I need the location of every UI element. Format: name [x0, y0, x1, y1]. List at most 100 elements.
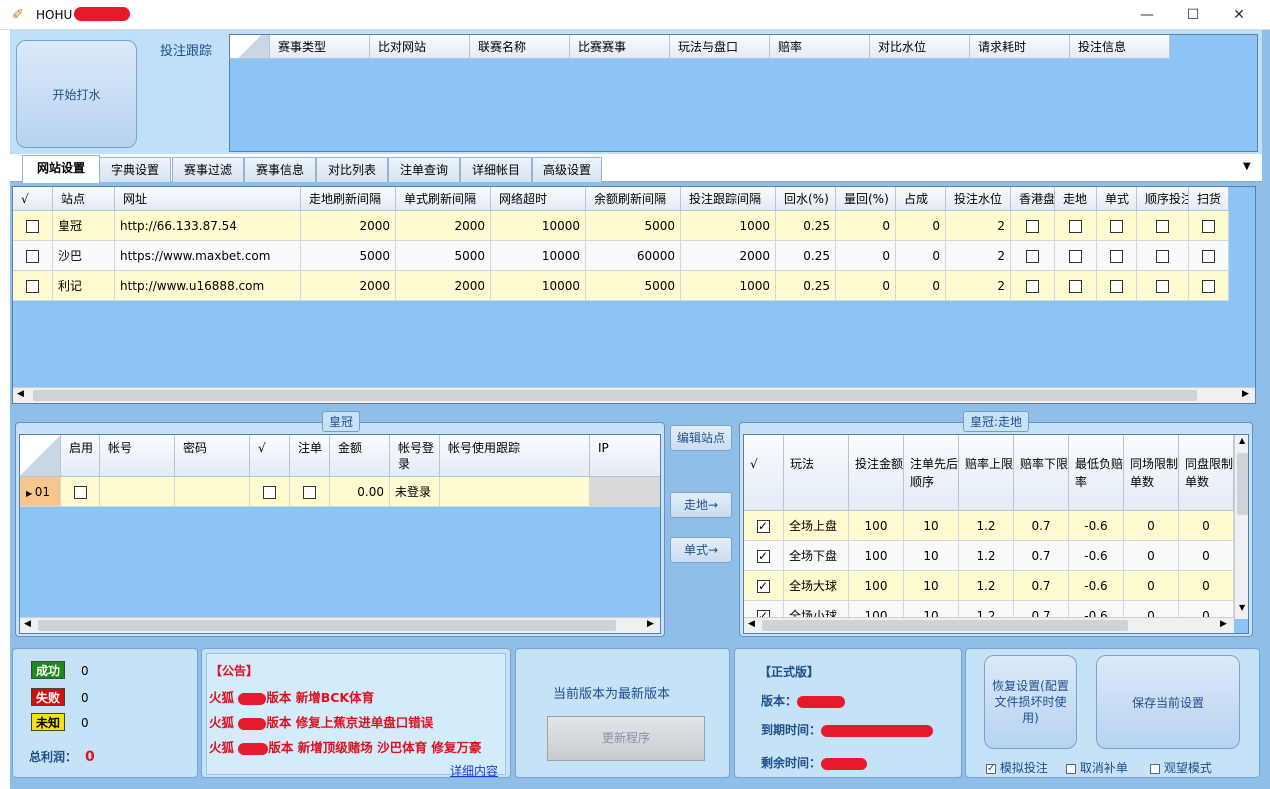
play-cell-order[interactable]: 10 — [904, 571, 959, 601]
tracking-column-header[interactable]: 赔率 — [770, 35, 870, 59]
row-select-checkbox[interactable] — [26, 250, 39, 263]
site-column-header[interactable]: 投注跟踪间隔 — [681, 187, 776, 211]
row-select-cell[interactable] — [13, 271, 53, 301]
site-cell-water[interactable]: 2 — [946, 211, 1011, 241]
tab-2[interactable]: 赛事过滤 — [172, 157, 244, 182]
play-cell-disk[interactable]: 0 — [1179, 541, 1234, 571]
scroll-left-icon[interactable]: ◀ — [24, 619, 31, 629]
play-cell-amount[interactable]: 100 — [849, 511, 904, 541]
site-column-header[interactable]: 余额刷新间隔 — [586, 187, 681, 211]
play-column-header[interactable]: 玩法 — [784, 435, 849, 511]
tab-7[interactable]: 高级设置 — [532, 157, 602, 182]
site-cell-water[interactable]: 2 — [946, 271, 1011, 301]
site-cell-vol[interactable]: 0 — [836, 241, 896, 271]
site-column-header[interactable]: 站点 — [53, 187, 115, 211]
play-check-cell[interactable] — [744, 541, 784, 571]
site-cell-share[interactable]: 0 — [896, 271, 946, 301]
enable-cell[interactable] — [61, 477, 100, 507]
site-column-header[interactable]: 投注水位 — [946, 187, 1011, 211]
enable-checkbox[interactable] — [73, 486, 87, 499]
site-option-checkbox[interactable] — [1069, 280, 1082, 293]
live-arrow-button[interactable]: 走地→ — [670, 492, 732, 518]
tracking-grid[interactable]: 赛事类型 比对网站 联赛名称 比赛赛事 玩法与盘口 赔率 对比水位 请求耗时 投注信息 — [229, 34, 1258, 152]
site-option-cell[interactable] — [1189, 271, 1229, 301]
play-cell-upper[interactable]: 1.2 — [959, 511, 1014, 541]
site-column-header[interactable]: 回水(%) — [776, 187, 836, 211]
play-cell-same[interactable]: 0 — [1124, 541, 1179, 571]
maximize-button[interactable]: ☐ — [1170, 0, 1216, 30]
play-cell-disk[interactable]: 0 — [1179, 571, 1234, 601]
play-cell-disk[interactable]: 0 — [1179, 511, 1234, 541]
play-cell-min[interactable]: -0.6 — [1069, 571, 1124, 601]
play-column-header[interactable]: 注单先后顺序 — [904, 435, 959, 511]
play-cell-same[interactable]: 0 — [1124, 571, 1179, 601]
play-cell-lower[interactable]: 0.7 — [1014, 511, 1069, 541]
site-option-cell[interactable] — [1137, 271, 1189, 301]
site-column-header[interactable]: 走地 — [1055, 187, 1097, 211]
account-column-header[interactable]: 密码 — [175, 435, 250, 477]
edit-site-button[interactable]: 编辑站点 — [670, 425, 732, 451]
account-column-header[interactable]: 帐号 — [100, 435, 175, 477]
site-cell-track[interactable]: 2000 — [681, 241, 776, 271]
play-cell-name[interactable]: 全场上盘 — [784, 511, 849, 541]
site-column-header[interactable]: 扫货 — [1189, 187, 1229, 211]
site-grid[interactable]: √ 站点 网址 走地刷新间隔 单式刷新间隔 网络超时 余额刷新间隔 投注跟踪间隔 回水(%) 量回… — [12, 186, 1256, 404]
site-option-checkbox[interactable] — [1110, 250, 1123, 263]
play-cell-lower[interactable]: 0.7 — [1014, 571, 1069, 601]
site-option-cell[interactable] — [1137, 211, 1189, 241]
ip-cell[interactable] — [590, 477, 660, 507]
site-option-checkbox[interactable] — [1069, 220, 1082, 233]
account-column-header[interactable]: 帐号登录 — [390, 435, 440, 477]
site-option-cell[interactable] — [1011, 241, 1055, 271]
site-column-header[interactable]: 香港盘 — [1011, 187, 1055, 211]
play-cell-name[interactable]: 全场下盘 — [784, 541, 849, 571]
tracking-column-header[interactable]: 比赛赛事 — [570, 35, 670, 59]
tab-3[interactable]: 赛事信息 — [244, 157, 316, 182]
site-cell-rebate[interactable]: 0.25 — [776, 271, 836, 301]
simulate-checkbox[interactable] — [986, 761, 996, 777]
site-cell-url[interactable]: http://66.133.87.54 — [115, 211, 301, 241]
site-column-header[interactable]: 占成 — [896, 187, 946, 211]
site-cell-balance[interactable]: 5000 — [586, 271, 681, 301]
tracking-column-header[interactable]: 请求耗时 — [970, 35, 1070, 59]
site-column-header[interactable]: 顺序投注 — [1137, 187, 1189, 211]
site-option-cell[interactable] — [1189, 241, 1229, 271]
play-column-header[interactable]: 最低负赔率 — [1069, 435, 1124, 511]
save-settings-button[interactable]: 保存当前设置 — [1096, 655, 1240, 749]
play-grid-vscroll[interactable]: ▲ ▼ — [1234, 435, 1248, 619]
simulate-option[interactable]: 模拟投注 — [986, 759, 1048, 777]
site-cell-rebate[interactable]: 0.25 — [776, 241, 836, 271]
site-option-checkbox[interactable] — [1202, 250, 1215, 263]
tracking-column-header[interactable]: 联赛名称 — [470, 35, 570, 59]
site-column-header[interactable]: 单式刷新间隔 — [396, 187, 491, 211]
site-column-header[interactable]: 单式 — [1097, 187, 1137, 211]
tab-5[interactable]: 注单查询 — [388, 157, 460, 182]
site-cell-url[interactable]: http://www.u16888.com — [115, 271, 301, 301]
play-column-header[interactable]: 同场限制单数 — [1124, 435, 1179, 511]
site-option-checkbox[interactable] — [1202, 220, 1215, 233]
site-cell-name[interactable]: 利记 — [53, 271, 115, 301]
site-cell-water[interactable]: 2 — [946, 241, 1011, 271]
site-cell-timeout[interactable]: 10000 — [491, 241, 586, 271]
account-column-header[interactable]: √ — [250, 435, 290, 477]
tab-1[interactable]: 字典设置 — [99, 157, 171, 182]
site-option-checkbox[interactable] — [1026, 250, 1039, 263]
account-column-header[interactable]: 帐号使用跟踪 — [440, 435, 590, 477]
select-checkbox[interactable] — [263, 486, 276, 499]
play-cell-upper[interactable]: 1.2 — [959, 541, 1014, 571]
site-cell-share[interactable]: 0 — [896, 211, 946, 241]
account-column-header[interactable]: 注单 — [290, 435, 330, 477]
site-option-cell[interactable] — [1097, 241, 1137, 271]
bet-checkbox[interactable] — [303, 486, 316, 499]
row-select-checkbox[interactable] — [26, 280, 39, 293]
play-cell-lower[interactable]: 0.7 — [1014, 541, 1069, 571]
play-cell-same[interactable]: 0 — [1124, 511, 1179, 541]
site-option-checkbox[interactable] — [1026, 280, 1039, 293]
scroll-thumb[interactable] — [1237, 453, 1248, 515]
site-option-cell[interactable] — [1097, 211, 1137, 241]
account-column-header[interactable]: 启用 — [61, 435, 100, 477]
play-cell-order[interactable]: 10 — [904, 541, 959, 571]
play-check-cell[interactable] — [744, 511, 784, 541]
password-field[interactable] — [175, 477, 250, 507]
play-checkbox[interactable] — [757, 547, 770, 565]
